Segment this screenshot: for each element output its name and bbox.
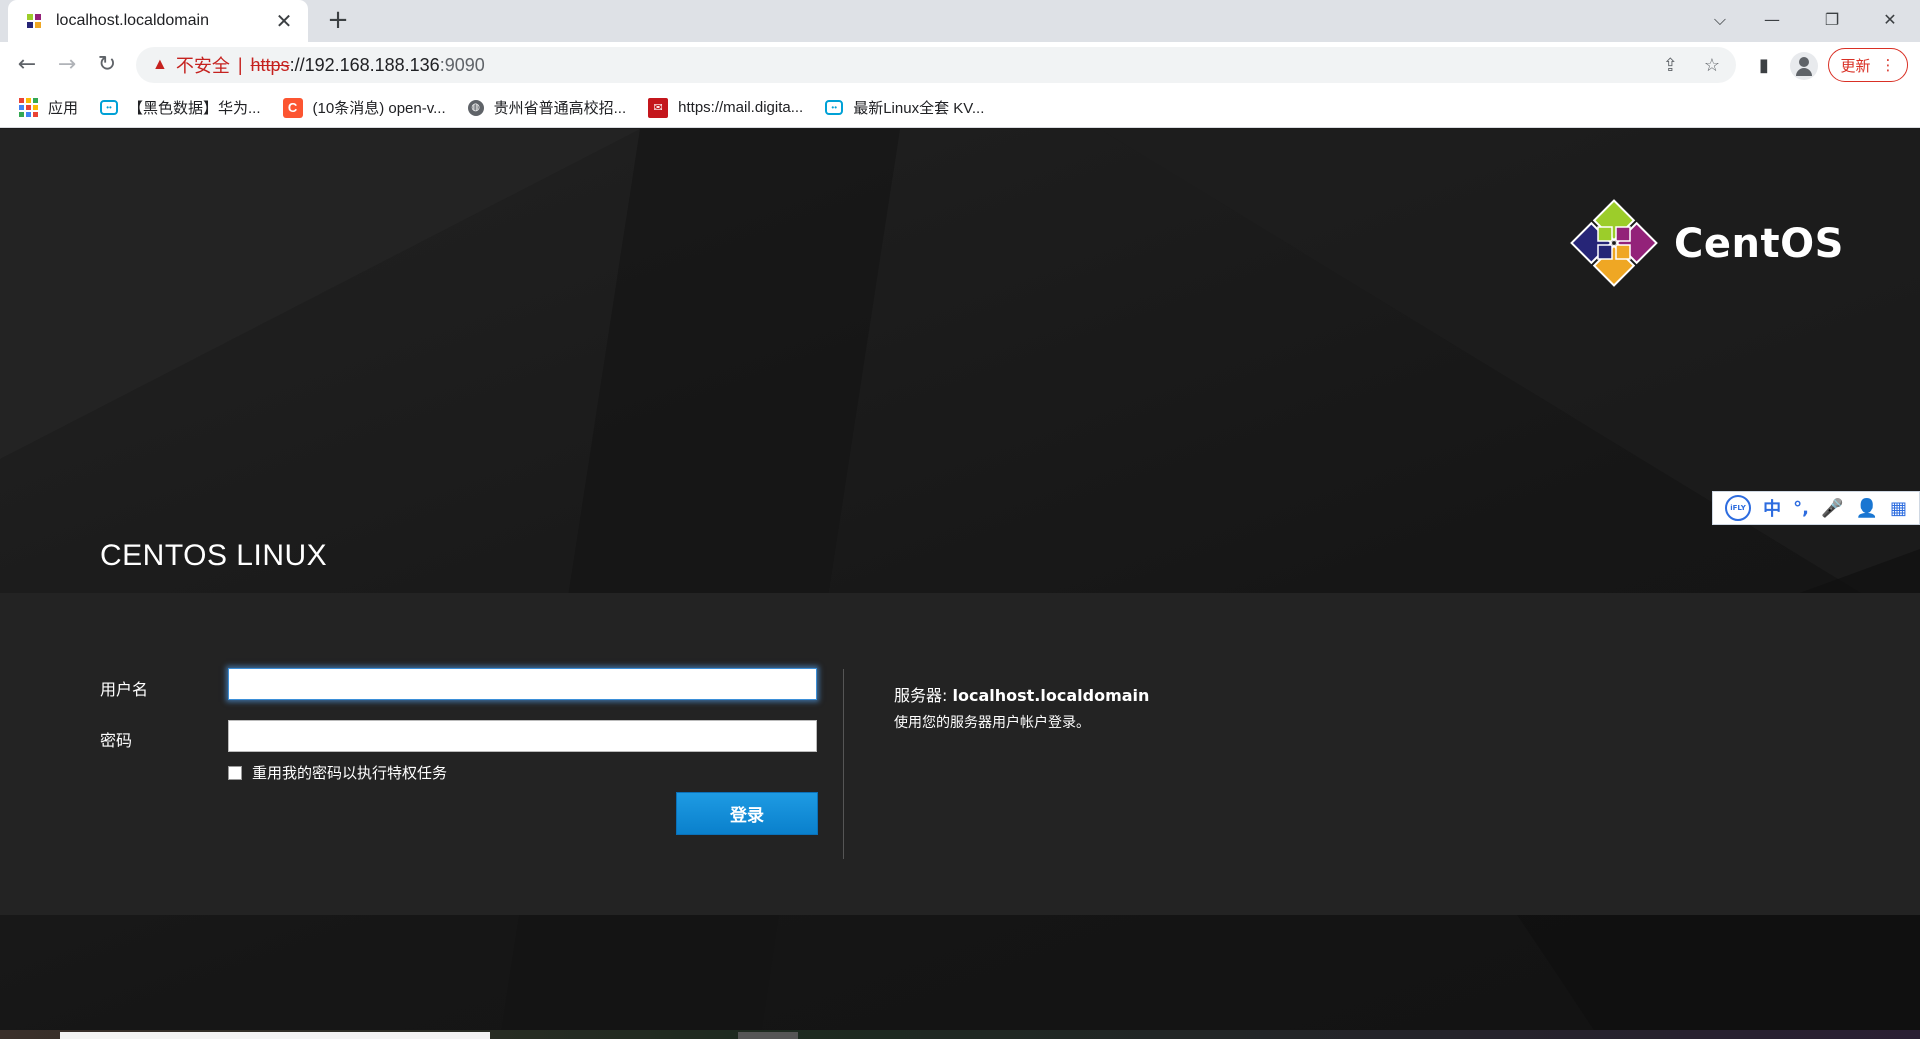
bookmark-item[interactable]: •• 最新Linux全套 KV... — [825, 97, 984, 118]
warning-icon[interactable]: ▲ — [152, 56, 168, 74]
ime-apps-icon[interactable]: ▦ — [1890, 498, 1907, 519]
bookmark-item[interactable]: C (10条消息) open-v... — [282, 97, 446, 118]
username-label: 用户名 — [100, 680, 149, 699]
taskbar-search-box[interactable] — [60, 1032, 490, 1039]
address-bar[interactable]: ▲ 不安全 | https ://192.168.188.136 :9090 ⇪… — [136, 47, 1736, 83]
tab-title: localhost.localdomain — [56, 12, 209, 29]
security-status[interactable]: 不安全 — [176, 52, 230, 78]
menu-dots-icon: ⋮ — [1880, 56, 1896, 74]
centos-favicon-icon — [27, 14, 41, 28]
bookmark-label: https://mail.digita... — [678, 99, 804, 116]
os-taskbar-edge — [0, 1030, 1920, 1039]
omnibox-actions: ⇪ ☆ — [1663, 55, 1720, 76]
new-tab-button[interactable]: + — [324, 6, 352, 34]
apps-grid-icon — [18, 98, 38, 118]
bookmark-item[interactable]: •• 【黑色数据】华为... — [100, 97, 261, 118]
bookmark-item[interactable]: ◍ 贵州省普通高校招... — [467, 97, 627, 118]
ime-chinese-mode-icon[interactable]: 中 — [1763, 495, 1781, 521]
cockpit-login-page: CentOS iFLY 中 °, 🎤 👤 ▦ CENTOS LINUX 用户名 … — [0, 129, 1920, 1039]
server-label: 服务器: — [894, 686, 948, 705]
taskbar-item[interactable] — [738, 1032, 798, 1039]
update-button[interactable]: 更新 ⋮ — [1828, 48, 1908, 82]
panel-divider — [843, 669, 844, 859]
brand-wordmark: CentOS — [1674, 221, 1844, 267]
bilibili-icon: •• — [100, 100, 119, 115]
bookmark-label: (10条消息) open-v... — [312, 100, 446, 117]
bilibili-icon: •• — [825, 100, 844, 115]
tab-search-icon[interactable]: ⌵ — [1700, 6, 1740, 34]
ime-user-icon[interactable]: 👤 — [1855, 498, 1877, 519]
ime-punctuation-icon[interactable]: °, — [1793, 498, 1809, 519]
csdn-icon: C — [282, 97, 303, 118]
password-input[interactable] — [228, 720, 817, 752]
reuse-password-row: 重用我的密码以执行特权任务 — [228, 762, 447, 783]
centos-logo-icon — [1570, 199, 1658, 287]
bookmark-label: 应用 — [48, 100, 79, 117]
bookmark-star-icon[interactable]: ☆ — [1704, 55, 1720, 76]
server-hint: 使用您的服务器用户帐户登录。 — [894, 715, 1090, 731]
os-title: CENTOS LINUX — [100, 539, 328, 572]
ime-microphone-icon[interactable]: 🎤 — [1821, 498, 1843, 519]
reuse-password-checkbox[interactable] — [228, 765, 242, 780]
globe-icon: ◍ — [467, 99, 484, 116]
bookmark-apps[interactable]: 应用 — [18, 97, 78, 118]
login-panel: 用户名 密码 重用我的密码以执行特权任务 登录 服务器: localhost.l… — [0, 593, 1920, 915]
reload-button[interactable]: ↻ — [92, 50, 122, 80]
reuse-password-label[interactable]: 重用我的密码以执行特权任务 — [252, 762, 447, 783]
profile-avatar-icon[interactable] — [1790, 52, 1818, 80]
bookmark-label: 最新Linux全套 KV... — [853, 100, 985, 117]
login-button[interactable]: 登录 — [676, 792, 818, 835]
ifly-logo-icon[interactable]: iFLY — [1725, 495, 1752, 521]
browser-tabstrip: localhost.localdomain ✕ + ⌵ — ❐ ✕ — [0, 0, 1920, 42]
server-host: localhost.localdomain — [952, 686, 1150, 705]
mail-icon: ✉ — [648, 97, 669, 118]
address-separator: | — [237, 54, 243, 75]
close-window-button[interactable]: ✕ — [1870, 6, 1910, 34]
server-info: 服务器: localhost.localdomain — [894, 682, 1149, 706]
username-input[interactable] — [228, 668, 817, 700]
side-panel-icon[interactable]: ▮ — [1750, 52, 1778, 80]
minimize-button[interactable]: — — [1752, 6, 1792, 34]
url-scheme: https — [250, 54, 290, 75]
browser-tab[interactable]: localhost.localdomain ✕ — [8, 0, 308, 42]
url-port: :9090 — [439, 54, 485, 75]
url-host: ://192.168.188.136 — [289, 54, 440, 75]
password-label: 密码 — [100, 731, 133, 750]
back-button[interactable]: ← — [12, 50, 42, 80]
bookmark-item[interactable]: ✉ https://mail.digita... — [648, 97, 804, 118]
restore-button[interactable]: ❐ — [1812, 6, 1852, 34]
forward-button[interactable]: → — [52, 50, 82, 80]
bookmarks-bar: 应用 •• 【黑色数据】华为... C (10条消息) open-v... ◍ … — [0, 88, 1920, 128]
browser-toolbar: ← → ↻ ▲ 不安全 | https ://192.168.188.136 :… — [0, 42, 1920, 88]
share-icon[interactable]: ⇪ — [1663, 55, 1678, 76]
bookmark-label: 【黑色数据】华为... — [128, 100, 261, 117]
ime-toolbar: iFLY 中 °, 🎤 👤 ▦ — [1712, 491, 1920, 525]
update-label: 更新 — [1840, 56, 1871, 75]
bookmark-label: 贵州省普通高校招... — [493, 100, 627, 117]
tab-close-icon[interactable]: ✕ — [272, 9, 296, 33]
